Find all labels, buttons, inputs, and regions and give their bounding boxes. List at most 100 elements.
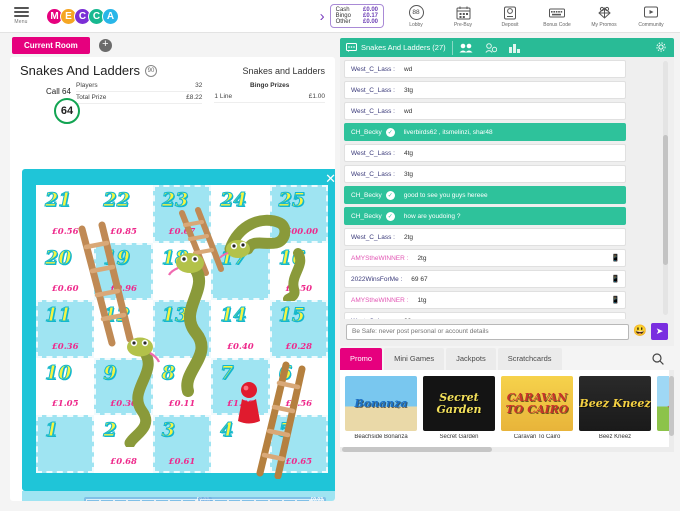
chat-message[interactable]: CH_Becky ✓ good to see you guys hereee	[344, 186, 626, 204]
board-square-8[interactable]: 8 £0.11	[152, 357, 212, 416]
calendar-icon	[440, 5, 486, 21]
add-friend-icon[interactable]	[479, 42, 503, 53]
board-square-20[interactable]: 20 £0.60	[36, 242, 95, 301]
board-square-15[interactable]: 15 £0.28	[269, 300, 328, 358]
chat-message[interactable]: West_C_Lass : 2tg	[344, 228, 626, 246]
balance-panel[interactable]: Cash £0.00 Bingo £0.17 Other £0.00	[329, 4, 384, 28]
board-square-23[interactable]: 23 £0.67	[152, 185, 212, 243]
chat-message[interactable]: CH_Becky ✓ liverbirds62 , itsmelinzi, shar…	[344, 123, 626, 141]
board-square-22[interactable]: 22 £0.85	[94, 185, 153, 243]
games-horizontal-scrollbar[interactable]	[340, 447, 674, 452]
board-square-21[interactable]: 21 £0.56	[36, 185, 95, 243]
chat-message[interactable]: West_C_Lass : 3tg	[344, 165, 626, 183]
board-square-7[interactable]: 7 £1.00	[211, 357, 270, 416]
stat-row: Total Prize £8.22	[76, 92, 203, 104]
chat-settings-gear-icon[interactable]	[656, 39, 674, 57]
chat-scrollbar[interactable]	[663, 61, 668, 315]
chat-message-text: wd	[403, 65, 413, 73]
board-square-1[interactable]: 1	[36, 415, 95, 473]
emoji-picker-icon[interactable]: 😃	[633, 326, 647, 337]
promo-tab-jackpots[interactable]: Jackpots	[446, 348, 496, 370]
ticket-cell	[127, 499, 142, 501]
nav-item-community[interactable]: Community	[628, 5, 674, 28]
chat-message-input[interactable]	[346, 323, 630, 340]
board-square-16[interactable]: 16 £0.50	[269, 242, 328, 301]
search-icon[interactable]	[652, 348, 674, 370]
chat-message[interactable]: AMYStheWINNER : 1tg 📱	[344, 291, 626, 309]
game-tile[interactable]: CARAVAN TO CAIRO Caravan To Cairo	[501, 376, 573, 440]
leaderboard-icon[interactable]	[503, 43, 526, 53]
nav-item-my-promos[interactable]: My Promos	[581, 5, 627, 28]
chat-message[interactable]: West_C_Lass : wd	[344, 102, 626, 120]
game-art-text: Secret Garden	[436, 390, 482, 416]
chat-message-text: wd	[403, 107, 413, 115]
players-list-icon[interactable]	[453, 43, 479, 53]
chat-message-user: West_C_Lass :	[351, 65, 395, 73]
add-room-button[interactable]: +	[98, 38, 112, 52]
game-artwork: CARAVAN TO CAIRO	[501, 376, 573, 431]
promo-tab-scratchcards[interactable]: Scratchcards	[497, 348, 562, 370]
board-square-19[interactable]: 19 £0.96	[94, 242, 153, 301]
board-square-25[interactable]: 25 £500.00	[269, 185, 328, 243]
game-tile[interactable]: Bonanza Beachside Bonanza	[345, 376, 417, 440]
promo-tab-mini-games[interactable]: Mini Games	[384, 348, 445, 370]
square-prize-amount: £0.67	[168, 226, 196, 237]
ball-count-badge: 90	[144, 64, 157, 77]
square-prize-amount: £0.61	[168, 456, 196, 467]
square-number: 18	[161, 246, 189, 269]
chat-message[interactable]: 2022WinsForMe : 69 67 📱	[344, 270, 626, 288]
game-header: Snakes And Ladders 90 Snakes and Ladders	[10, 57, 335, 78]
games-vertical-scrollbar[interactable]	[669, 370, 674, 452]
board-square-14[interactable]: 14 £0.40	[211, 300, 270, 358]
chat-message-user: AMYStheWINNER :	[351, 296, 409, 304]
bingo-ticket[interactable]: £0.03	[84, 497, 212, 501]
square-prize-amount: £0.68	[110, 456, 137, 467]
game-name: Beez Kneez	[598, 434, 632, 440]
board-square-6[interactable]: 6 £0.56	[269, 357, 328, 416]
top-nav-items: 88 Lobby Pre-Buy Deposit Bonus Code My Promos…	[393, 5, 680, 28]
chat-message-user: CH_Becky	[351, 212, 382, 220]
board-square-2[interactable]: 2 £0.68	[94, 415, 153, 473]
chat-message-list[interactable]: West_C_Lass : wd West_C_Lass :3tg West_C_La…	[340, 57, 674, 319]
chat-message[interactable]: West_C_Lass : 38	[344, 312, 626, 319]
chat-message[interactable]: AMYStheWINNER : 2tg 📱	[344, 249, 626, 267]
square-prize-amount: £0.30	[110, 399, 137, 410]
board-square-24[interactable]: 24	[211, 185, 270, 243]
game-tile[interactable]: Secret Garden Secret Garden	[423, 376, 495, 440]
nav-item-pre-buy[interactable]: Pre-Buy	[440, 5, 486, 28]
promo-tab-promo[interactable]: Promo	[340, 348, 383, 370]
send-message-button[interactable]: ➤	[651, 323, 668, 340]
nav-item-deposit[interactable]: Deposit	[487, 5, 533, 28]
chat-message[interactable]: West_C_Lass : 4tg	[344, 144, 626, 162]
verified-tick-icon: ✓	[385, 211, 395, 221]
nav-item-bonus-code[interactable]: Bonus Code	[534, 5, 580, 28]
chat-message[interactable]: West_C_Lass : wd	[344, 60, 626, 78]
current-room-tab[interactable]: Current Room	[12, 36, 90, 54]
board-square-17[interactable]: 17	[211, 242, 270, 301]
board-square-3[interactable]: 3 £0.61	[152, 415, 212, 473]
menu-button[interactable]: Menu	[0, 7, 42, 25]
ticket-cell	[99, 499, 114, 501]
board-square-4[interactable]: 4	[211, 415, 270, 473]
board-square-11[interactable]: 11 £0.36	[36, 300, 95, 358]
game-tile[interactable]: Beez Kneez Beez Kneez	[579, 376, 651, 440]
mobile-device-icon: 📱	[611, 297, 620, 304]
board-square-18[interactable]: 18	[152, 242, 212, 301]
board-square-10[interactable]: 10 £1.05	[36, 357, 95, 416]
chevron-right-icon[interactable]: ›	[320, 8, 325, 25]
nav-item-lobby[interactable]: 88 Lobby	[393, 5, 439, 28]
board-square-5[interactable]: 5 £0.65	[269, 415, 328, 473]
chat-message[interactable]: CH_Becky ✓ how are youdoing ?	[344, 207, 626, 225]
chat-room-title-group: Snakes And Ladders (27)	[340, 43, 452, 52]
board-square-9[interactable]: 9 £0.30	[94, 357, 153, 416]
square-number: 2	[103, 419, 117, 442]
square-prize-amount: £0.56	[285, 399, 313, 410]
chat-message[interactable]: West_C_Lass : 3tg	[344, 81, 626, 99]
square-number: 22	[103, 189, 130, 212]
board-square-12[interactable]: 12	[94, 300, 153, 358]
square-number: 8	[161, 361, 176, 384]
nav-item-label: Bonus Code	[543, 21, 571, 28]
mecca-logo[interactable]: MECCA	[46, 7, 119, 25]
bingo-ticket[interactable]: £0.03	[198, 497, 326, 501]
board-square-13[interactable]: 13	[152, 300, 212, 358]
